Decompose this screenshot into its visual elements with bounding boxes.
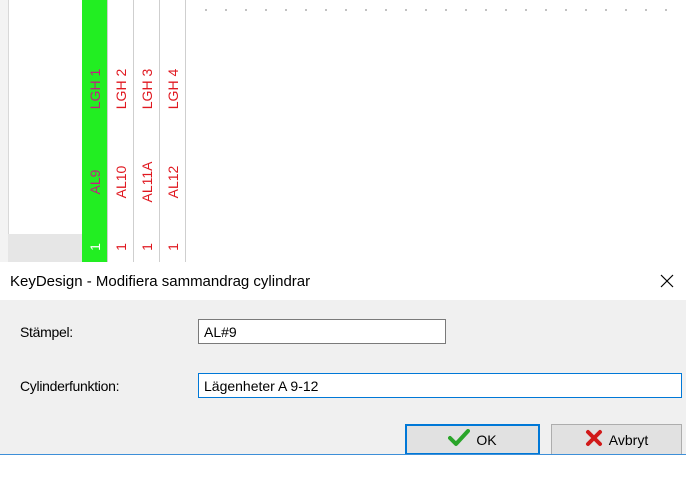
cylinder-grid: LGH 1 AL9 1 LGH 2 AL10 1 LGH 3 AL11A 1 L…: [0, 0, 686, 262]
column-lgh-label: LGH 2: [112, 68, 129, 110]
ok-label: OK: [476, 431, 497, 448]
green-check-icon: [448, 429, 471, 450]
grid-dot-row: [196, 7, 676, 13]
close-icon: [660, 274, 674, 288]
stampel-label: Stämpel:: [20, 324, 73, 340]
column-count: 1: [138, 243, 155, 251]
column-lgh-label: LGH 4: [164, 68, 181, 110]
cylinder-column-3[interactable]: LGH 3 AL11A 1: [134, 0, 160, 262]
column-al-label: AL11A: [138, 161, 155, 203]
column-count: 1: [112, 243, 129, 251]
grid-row-strip: [8, 234, 82, 262]
modify-summary-dialog: KeyDesign - Modifiera sammandrag cylindr…: [0, 262, 686, 481]
dialog-titlebar[interactable]: KeyDesign - Modifiera sammandrag cylindr…: [0, 262, 686, 300]
dialog-title: KeyDesign - Modifiera sammandrag cylindr…: [10, 273, 311, 290]
cancel-label: Avbryt: [608, 431, 649, 448]
dialog-client-area: Stämpel: Cylinderfunktion: OK Avbryt: [0, 300, 686, 455]
ok-button[interactable]: OK: [405, 424, 540, 455]
red-x-icon: [585, 429, 603, 450]
cylinderfunktion-input[interactable]: [198, 373, 682, 398]
stampel-input[interactable]: [198, 319, 446, 344]
cylinder-column-2[interactable]: LGH 2 AL10 1: [108, 0, 134, 262]
cancel-button[interactable]: Avbryt: [551, 424, 682, 455]
column-lgh-label: LGH 1: [86, 68, 103, 110]
column-al-label: AL10: [112, 165, 129, 199]
column-lgh-label: LGH 3: [138, 68, 155, 110]
column-count: 1: [164, 243, 181, 251]
close-button[interactable]: [652, 266, 682, 296]
grid-left-edge: [0, 0, 9, 262]
cylinderfunktion-label: Cylinderfunktion:: [20, 378, 120, 394]
dialog-bottom-border: [0, 454, 686, 455]
column-al-label: AL12: [164, 165, 181, 199]
column-al-label: AL9: [86, 169, 103, 195]
column-count: 1: [86, 243, 103, 251]
cylinder-column-1[interactable]: LGH 1 AL9 1: [82, 0, 108, 262]
cylinder-column-4[interactable]: LGH 4 AL12 1: [160, 0, 186, 262]
